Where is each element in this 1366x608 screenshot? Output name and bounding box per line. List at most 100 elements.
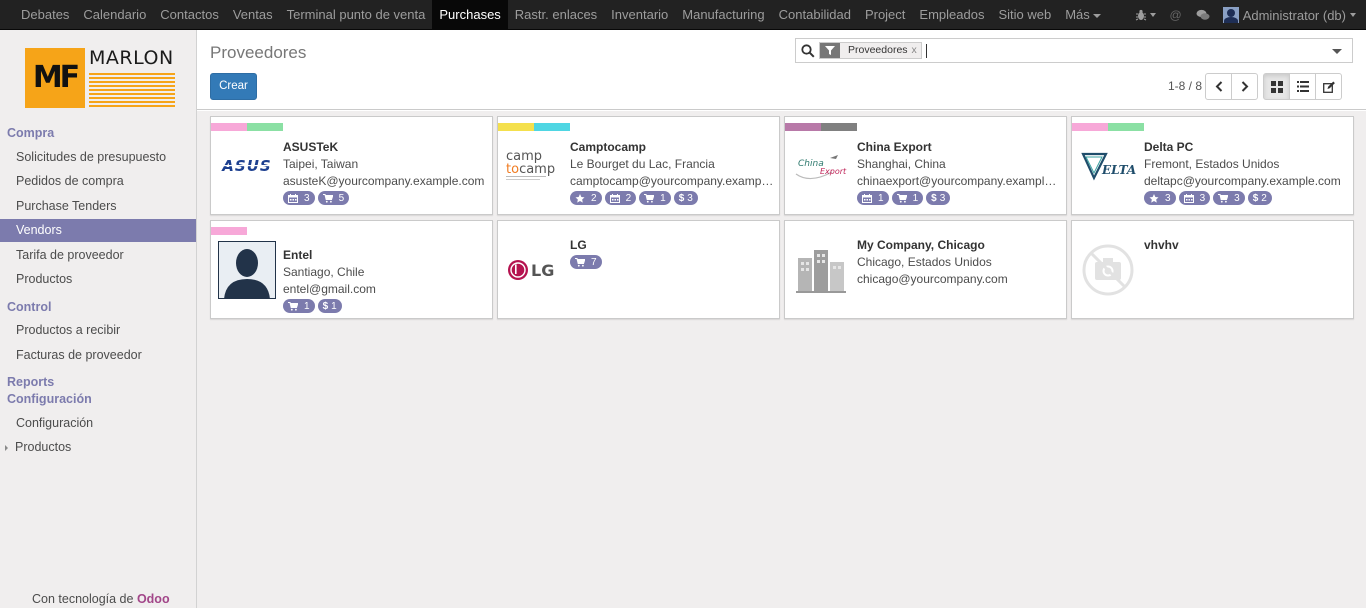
sidebar-item-tenders[interactable]: Purchase Tenders (0, 195, 196, 218)
search-input[interactable]: Proveedores x (795, 38, 1353, 63)
sidebar-item-productos[interactable]: Productos (0, 268, 196, 291)
vendor-card[interactable]: China Export China Export Shanghai, China ch… (784, 116, 1067, 215)
company-logo[interactable]: MF MARLON (25, 47, 175, 109)
view-switcher (1263, 73, 1342, 100)
camptocamp-logo-icon: camptocamp (506, 149, 555, 180)
vendor-card[interactable]: ASUS ASUSTeK Taipei, Taiwan asusteK@yourcom… (210, 116, 493, 215)
sidebar-item-config-productos[interactable]: Productos (0, 436, 196, 459)
kanban-view-button[interactable] (1263, 73, 1290, 100)
vendor-card[interactable]: camp tocamp Camptocamp Le Bourget du Lac, F… (497, 116, 780, 215)
color-tag (247, 123, 283, 131)
dollar-count-button[interactable]: $2 (1247, 191, 1272, 205)
calendar-count-button[interactable]: 3 (283, 191, 315, 205)
no-image-icon (1082, 244, 1134, 296)
cart-count-button[interactable]: 5 (317, 191, 350, 205)
section-compra: Compra (7, 126, 55, 140)
pager-previous-button[interactable] (1205, 73, 1232, 100)
sidebar-item-vendors[interactable]: Vendors (0, 219, 196, 242)
vendor-card[interactable]: My Company, Chicago Chicago, Estados Unid… (784, 220, 1067, 319)
card-tags (498, 123, 570, 131)
calendar-count-button[interactable]: 2 (604, 191, 637, 205)
create-button[interactable]: Crear (210, 73, 257, 100)
card-details: LG 7 (570, 237, 774, 269)
card-image (792, 241, 850, 299)
caret-right-icon (5, 445, 8, 451)
calendar-count-button[interactable]: 1 (857, 191, 889, 205)
nav-item-9[interactable]: Contabilidad (772, 0, 858, 30)
vendor-location: Le Bourget du Lac, Francia (570, 157, 715, 171)
calendar-count-button[interactable]: 3 (1178, 191, 1211, 205)
pager-next-button[interactable] (1231, 73, 1258, 100)
cart-icon (896, 193, 910, 203)
nav-item-0[interactable]: Debates (14, 0, 76, 30)
cart-count-button[interactable]: 3 (1213, 191, 1245, 205)
svg-text:ELTA: ELTA (1101, 163, 1136, 177)
facet-value: Proveedores (848, 44, 908, 56)
vendor-email: deltapc@yourcompany.example.com (1144, 174, 1341, 188)
vendor-card[interactable]: Entel Santiago, Chile entel@gmail.com 1 $1 (210, 220, 493, 319)
nav-item-6[interactable]: Rastr. enlaces (508, 0, 604, 30)
sidebar-item-solicitudes[interactable]: Solicitudes de presupuesto (0, 146, 196, 169)
section-reports[interactable]: Reports (7, 375, 54, 389)
user-menu[interactable]: Administrator (db) (1217, 0, 1356, 30)
nav-item-4[interactable]: Terminal punto de venta (280, 0, 433, 30)
dollar-count-button[interactable]: $1 (317, 299, 342, 313)
vendor-name: Delta PC (1144, 140, 1194, 154)
vendor-location: Taipei, Taiwan (283, 157, 359, 171)
odoo-link[interactable]: Odoo (137, 592, 170, 606)
list-view-button[interactable] (1289, 73, 1316, 100)
badge-count: 3 (1165, 192, 1171, 204)
kanban-view: ASUS ASUSTeK Taipei, Taiwan asusteK@yourcom… (197, 111, 1366, 608)
nav-item-12[interactable]: Sitio web (991, 0, 1058, 30)
vendor-card[interactable]: ELTA Delta PC Fremont, Estados Unidos delta… (1071, 116, 1354, 215)
nav-item-3[interactable]: Ventas (226, 0, 280, 30)
edit-icon (1322, 81, 1335, 93)
nav-item-5[interactable]: Purchases (432, 0, 508, 30)
svg-text:LG: LG (531, 261, 554, 280)
cart-count-button[interactable]: 1 (639, 191, 671, 205)
vendor-card[interactable]: vhvhv (1071, 220, 1354, 319)
cart-count-button[interactable]: 7 (570, 255, 602, 269)
messages-button[interactable] (1189, 0, 1217, 30)
cart-count-button[interactable]: 1 (283, 299, 315, 313)
chevron-down-icon (1350, 13, 1356, 17)
star-count-button[interactable]: 2 (570, 191, 602, 205)
nav-item-7[interactable]: Inventario (604, 0, 675, 30)
delta-pc-logo-icon: ELTA (1081, 152, 1136, 181)
top-navbar: Debates Calendario Contactos Ventas Terminal… (0, 0, 1366, 30)
lg-logo-icon: LG (508, 260, 554, 280)
nav-item-2[interactable]: Contactos (153, 0, 226, 30)
nav-item-label: Inventario (611, 7, 669, 22)
sidebar-item-recibir[interactable]: Productos a recibir (0, 319, 196, 342)
vendor-name: Entel (283, 248, 313, 262)
sidebar-item-configuracion[interactable]: Configuración (0, 412, 196, 435)
mentions-button[interactable]: @ (1163, 0, 1189, 30)
sidebar-item-pedidos[interactable]: Pedidos de compra (0, 170, 196, 193)
nav-item-1[interactable]: Calendario (76, 0, 153, 30)
star-icon (1149, 193, 1162, 203)
dollar-count-button[interactable]: $3 (673, 191, 698, 205)
form-view-button[interactable] (1315, 73, 1342, 100)
nav-item-10[interactable]: Project (858, 0, 912, 30)
cart-count-button[interactable]: 1 (891, 191, 924, 205)
badge-count: 3 (304, 192, 310, 204)
text-cursor (926, 44, 927, 58)
badge-count: 3 (687, 192, 693, 204)
vendor-location: Chicago, Estados Unidos (857, 255, 992, 269)
sidebar-item-facturas[interactable]: Facturas de proveedor (0, 344, 196, 367)
sidebar-item-tarifa[interactable]: Tarifa de proveedor (0, 244, 196, 267)
control-panel: Proveedores Crear Proveedores x 1-8 / 8 (197, 30, 1366, 110)
nav-item-13[interactable]: Más (1058, 0, 1108, 30)
section-configuracion: Configuración (7, 392, 92, 406)
nav-item-11[interactable]: Empleados (912, 0, 991, 30)
dollar-count-button[interactable]: $3 (926, 191, 951, 205)
debug-button[interactable] (1128, 0, 1163, 30)
facet-remove-button[interactable]: x (912, 43, 921, 58)
cart-icon (1218, 193, 1231, 203)
star-count-button[interactable]: 3 (1144, 191, 1176, 205)
pager-value[interactable]: 1-8 / 8 (1168, 79, 1202, 93)
dollar-icon: $ (678, 192, 685, 204)
vendor-card[interactable]: LG LG 7 (497, 220, 780, 319)
search-options-toggle[interactable] (1332, 49, 1342, 54)
nav-item-8[interactable]: Manufacturing (675, 0, 771, 30)
